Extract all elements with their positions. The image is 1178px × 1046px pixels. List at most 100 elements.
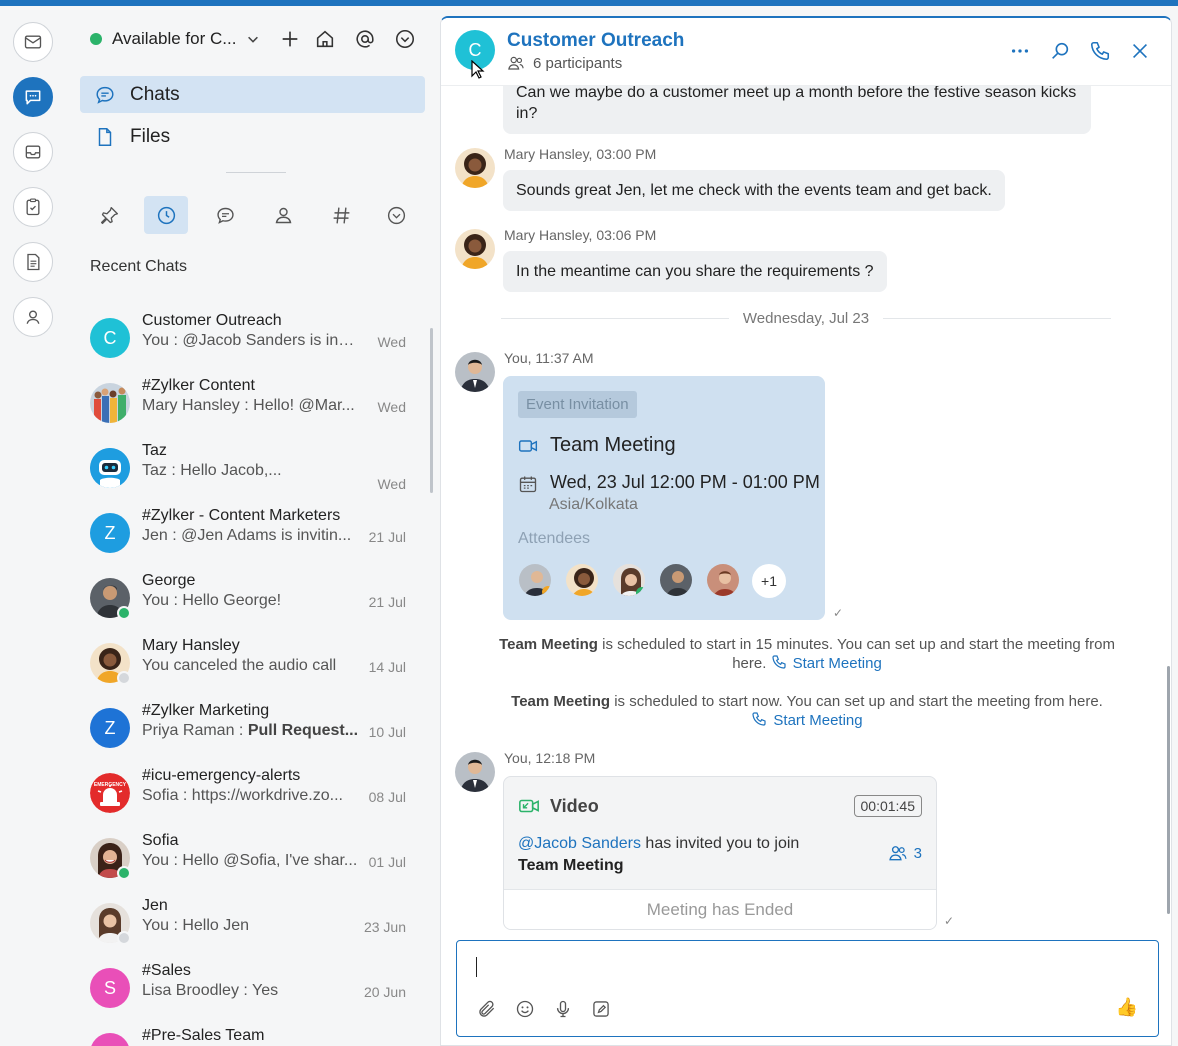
chat-name: #icu-emergency-alerts <box>142 767 301 784</box>
chat-time: 08 Jul <box>368 789 406 805</box>
chat-item-sales[interactable]: S #Sales Lisa Broodley : Yes 20 Jun <box>66 956 418 1020</box>
chat-name: Customer Outreach <box>142 312 282 329</box>
avatar: C <box>90 318 130 358</box>
contacts-rail-button[interactable] <box>13 297 53 337</box>
system-message-bold: Team Meeting <box>511 693 611 710</box>
tasks-rail-button[interactable] <box>13 187 53 227</box>
event-invitation-card[interactable]: Event Invitation Team Meeting Wed, 23 Ju… <box>503 376 825 620</box>
video-call-icon <box>519 799 539 813</box>
status-selector[interactable]: Available for C... <box>90 26 260 52</box>
filter-unread[interactable] <box>203 196 247 234</box>
chat-window: C Customer Outreach 6 participants Can w… <box>440 16 1172 1046</box>
chat-preview: You : @Jacob Sanders is invi... <box>142 332 362 349</box>
avatar: Z <box>90 513 130 553</box>
chat-time: 20 Jun <box>363 984 406 1000</box>
attendee-avatar[interactable] <box>705 562 741 598</box>
chat-item-zylker-content[interactable]: #Zylker Content Mary Hansley : Hello! @M… <box>66 371 418 435</box>
filter-recent[interactable] <box>144 196 188 234</box>
mail-icon <box>24 35 42 49</box>
mouse-cursor-icon <box>471 60 485 79</box>
call-duration: 00:01:45 <box>853 795 922 817</box>
sidebar-scrollbar[interactable] <box>430 328 433 493</box>
attendee-avatar[interactable] <box>611 562 647 598</box>
attendee-avatar[interactable] <box>658 562 694 598</box>
voice-note-button[interactable] <box>551 997 575 1021</box>
avatar <box>90 448 130 488</box>
participants-info[interactable]: 6 participants <box>507 54 622 72</box>
chat-item-taz[interactable]: Taz Taz : Hello Jacob,... Wed <box>66 436 418 500</box>
participant-count[interactable]: 3 <box>888 843 922 863</box>
filter-channels[interactable] <box>319 196 363 234</box>
video-call-card[interactable]: Video 00:01:45 @Jacob Sanders has invite… <box>503 776 937 930</box>
message-input[interactable] <box>479 953 1079 981</box>
chat-name: #Zylker - Content Marketers <box>142 507 341 524</box>
avatar <box>455 148 495 188</box>
chat-item-george[interactable]: George You : Hello George! 21 Jul <box>66 566 418 630</box>
event-title-text: Team Meeting <box>550 434 676 456</box>
participants-icon <box>888 846 907 861</box>
meeting-name: Team Meeting <box>518 857 624 874</box>
mail-rail-button[interactable] <box>13 22 53 62</box>
chat-item-icu-emergency-alerts[interactable]: EMERGENCY #icu-emergency-alerts Sofia : … <box>66 761 418 825</box>
chat-icon <box>25 90 41 105</box>
more-attendees-badge[interactable]: +1 <box>752 564 786 598</box>
inbox-rail-button[interactable] <box>13 132 53 172</box>
mention-link[interactable]: @Jacob Sanders <box>518 835 641 852</box>
clock-icon <box>157 206 175 224</box>
message-bubble: Sounds great Jen, let me check with the … <box>503 170 1005 211</box>
chat-item-jen[interactable]: Jen You : Hello Jen 23 Jun <box>66 891 418 955</box>
new-chat-button[interactable] <box>277 26 303 52</box>
chat-item-sofia[interactable]: Sofia You : Hello @Sofia, I've shar... 0… <box>66 826 418 890</box>
home-button[interactable] <box>312 26 338 52</box>
start-meeting-link[interactable]: Start Meeting <box>751 712 863 729</box>
chevron-circle-icon <box>395 29 415 49</box>
format-button[interactable] <box>589 997 613 1021</box>
mentions-button[interactable] <box>352 26 378 52</box>
emoji-button[interactable] <box>513 997 537 1021</box>
chat-item-zylker-content-marketers[interactable]: Z #Zylker - Content Marketers Jen : @Jen… <box>66 501 418 565</box>
chat-title[interactable]: Customer Outreach <box>507 30 684 52</box>
person-photo-icon <box>455 752 495 792</box>
pin-icon <box>100 206 118 224</box>
chat-name: Taz <box>142 442 167 459</box>
nav-files-label: Files <box>130 125 171 147</box>
close-button[interactable] <box>1127 38 1153 64</box>
attendee-avatar[interactable] <box>517 562 553 598</box>
chat-item-mary-hansley[interactable]: Mary Hansley You canceled the audio call… <box>66 631 418 695</box>
chat-rail-button[interactable] <box>13 77 53 117</box>
preview-bold-text: Pull Request... <box>247 722 359 739</box>
more-options-button[interactable] <box>1007 38 1033 64</box>
chat-name: Mary Hansley <box>142 637 240 654</box>
video-call-title: Video <box>518 795 599 817</box>
more-menu-button[interactable] <box>392 26 418 52</box>
system-message-bold: Team Meeting <box>499 636 598 653</box>
thread-scrollbar[interactable] <box>1167 666 1170 914</box>
call-button[interactable] <box>1087 38 1113 64</box>
nav-chats[interactable]: Chats <box>80 76 425 113</box>
chat-preview: You : Hello @Sofia, I've shar... <box>142 852 358 869</box>
calendar-icon <box>519 476 537 493</box>
chat-item-zylker-marketing[interactable]: Z #Zylker Marketing Priya Raman : Pull R… <box>66 696 418 760</box>
avatar: S <box>90 968 130 1008</box>
message-composer[interactable]: 👍 <box>456 940 1159 1037</box>
filter-contacts[interactable] <box>261 196 305 234</box>
invite-text: @Jacob Sanders has invited you to join T… <box>518 833 799 877</box>
chat-item-customer-outreach[interactable]: C Customer Outreach You : @Jacob Sanders… <box>66 306 418 370</box>
attach-button[interactable] <box>475 997 499 1021</box>
filter-pinned[interactable] <box>87 196 131 234</box>
chat-time: Wed <box>377 399 406 415</box>
chat-item-pre-sales-team[interactable]: #Pre-Sales Team <box>66 1021 418 1046</box>
message-meta: Mary Hansley, 03:00 PM <box>504 146 657 162</box>
search-button[interactable] <box>1047 38 1073 64</box>
status-dot <box>90 33 102 45</box>
notes-rail-button[interactable] <box>13 242 53 282</box>
start-meeting-link[interactable]: Start Meeting <box>771 655 882 672</box>
filter-more[interactable] <box>374 196 418 234</box>
attendee-avatar[interactable] <box>564 562 600 598</box>
avatar: EMERGENCY <box>90 773 130 813</box>
divider <box>226 172 286 173</box>
participants-icon <box>508 56 524 70</box>
nav-files[interactable]: Files <box>80 118 425 155</box>
thumbs-up-icon[interactable]: 👍 <box>1116 997 1138 1018</box>
chat-name: #Zylker Marketing <box>142 702 270 719</box>
